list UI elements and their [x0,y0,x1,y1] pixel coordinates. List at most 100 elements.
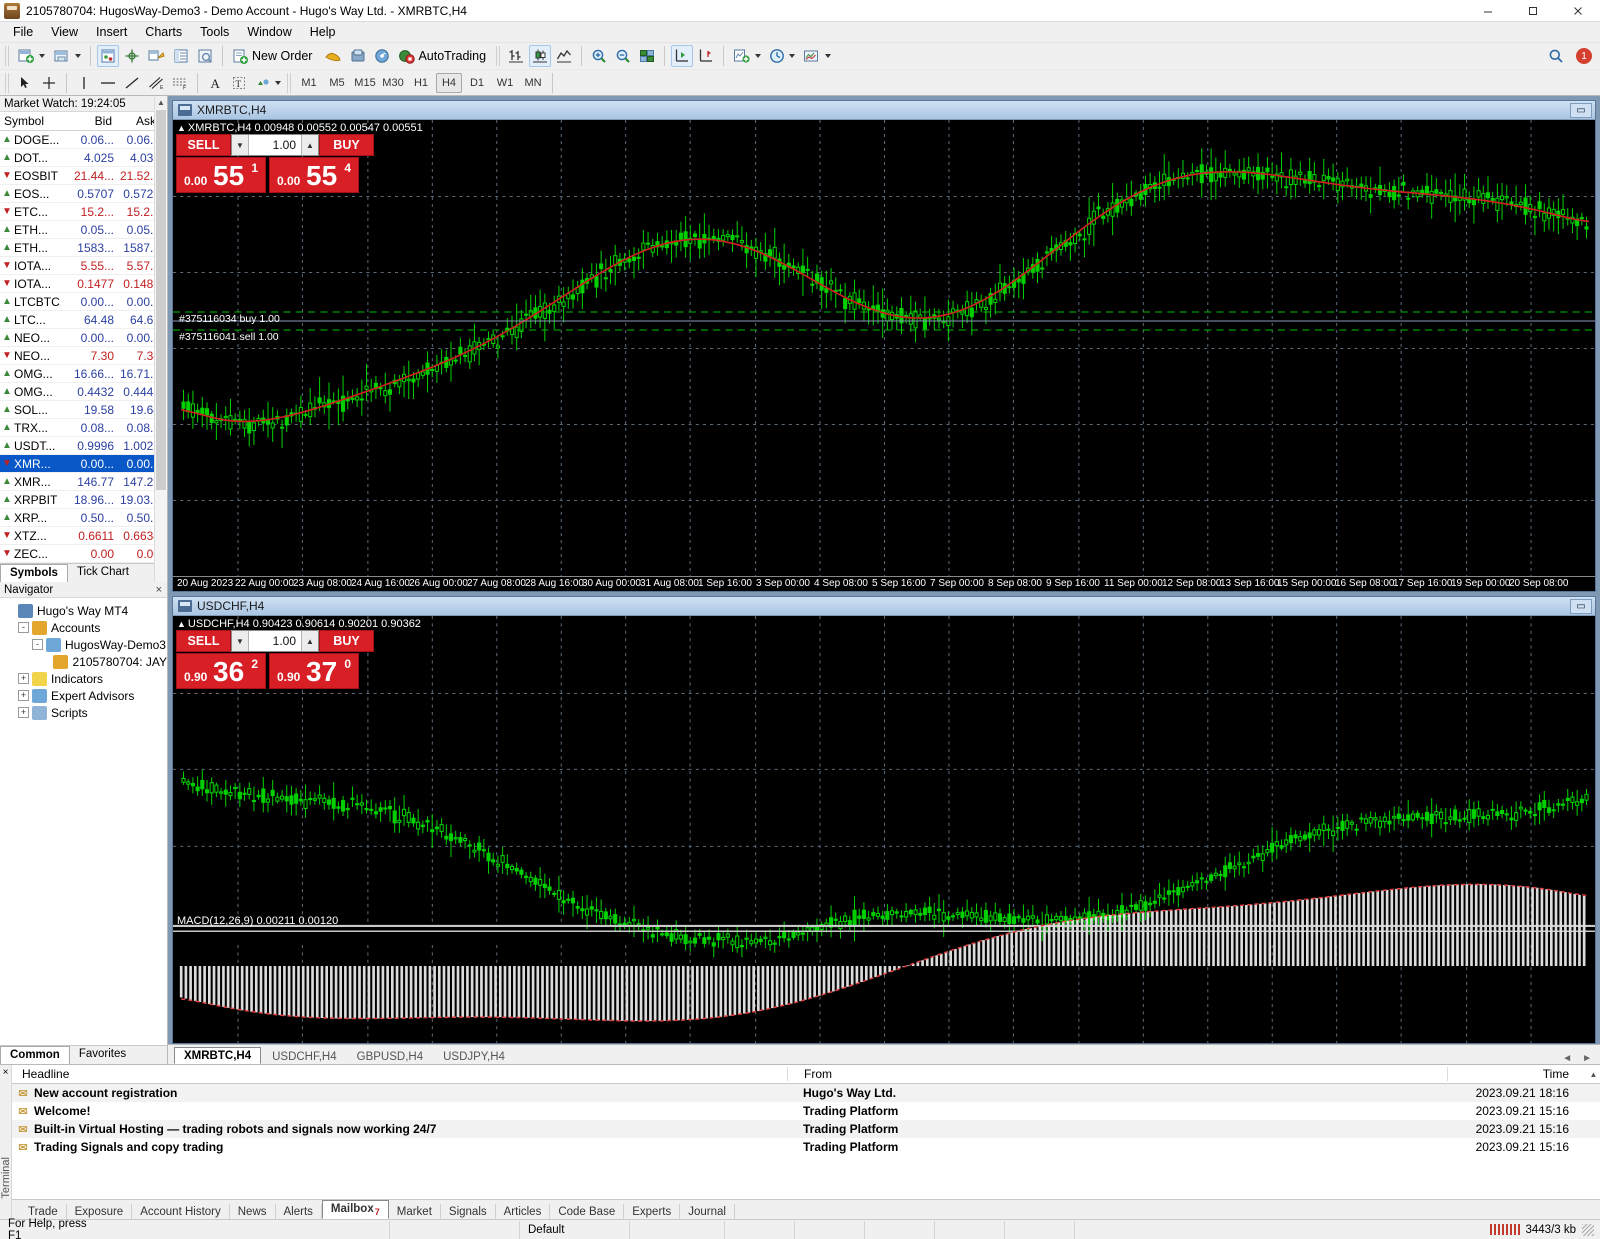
scrollbar-thumb[interactable] [156,110,166,490]
sell-price-xmrbtc[interactable]: 0.00 55 1 [176,157,266,193]
sell-button-usdchf[interactable]: SELL [176,630,231,652]
chevron-down-icon[interactable] [789,54,796,58]
market-watch-row[interactable]: ▲ ETH... 1583... 1587... [0,239,167,257]
market-watch-row[interactable]: ▼ ZEC... 0.00 0.00 [0,545,167,563]
crosshair-icon[interactable] [38,72,60,94]
column-time[interactable]: Time [1447,1067,1587,1081]
navigator-tree-item[interactable]: - HugosWay-Demo3 [4,636,167,653]
cursor-icon[interactable] [14,72,36,94]
chart-window-xmrbtc[interactable]: XMRBTC,H4 ▭ ▲ XMRBTC,H4 0.00948 0.00552 0… [172,100,1596,592]
market-watch-row[interactable]: ▲ SOL... 19.58 19.64 [0,401,167,419]
chart-tab-gbpusd[interactable]: GBPUSD,H4 [348,1049,432,1064]
autotrading-button[interactable]: AutoTrading [395,45,493,67]
navigator-tree-item[interactable]: - Accounts [4,619,167,636]
market-watch-row[interactable]: ▼ XMR... 0.00... 0.00... [0,455,167,473]
profiles-icon[interactable] [50,45,84,67]
zoom-in-icon[interactable] [588,45,610,67]
chevron-down-icon[interactable] [275,80,281,85]
order-label-sell[interactable]: #375116041 sell 1.00 [179,331,279,343]
market-watch-row[interactable]: ▲ TRX... 0.08... 0.08... [0,419,167,437]
column-headline[interactable]: Headline [12,1067,787,1081]
order-label-buy[interactable]: #375116034 buy 1.00 [179,313,280,325]
buy-price-usdchf[interactable]: 0.90 37 0 [269,653,359,689]
buy-price-xmrbtc[interactable]: 0.00 55 4 [269,157,359,193]
strategy-tester-icon[interactable] [194,45,216,67]
vertical-line-icon[interactable] [73,72,95,94]
menu-item-tools[interactable]: Tools [191,23,238,41]
market-watch-row[interactable]: ▲ ETH... 0.05... 0.05... [0,221,167,239]
tab-symbols[interactable]: Symbols [0,564,68,582]
signals-icon[interactable] [371,45,393,67]
mailbox-row[interactable]: ✉ Trading Signals and copy trading Trading… [12,1138,1600,1156]
expand-icon[interactable]: + [18,707,29,718]
timeframe-w1[interactable]: W1 [492,73,518,93]
horizontal-line-icon[interactable] [97,72,119,94]
column-bid[interactable]: Bid [72,114,116,128]
market-watch-row[interactable]: ▲ DOGE... 0.06... 0.06... [0,131,167,149]
restore-icon[interactable]: ▭ [1570,598,1592,614]
expand-icon[interactable]: + [18,690,29,701]
timeframe-m30[interactable]: M30 [380,73,406,93]
market-watch-row[interactable]: ▼ EOSBIT 21.44... 21.52... [0,167,167,185]
market-watch-row[interactable]: ▲ OMG... 0.4432 0.4448 [0,383,167,401]
restore-icon[interactable]: ▭ [1570,102,1592,118]
market-watch-row[interactable]: ▼ ETC... 15.2... 15.2... [0,203,167,221]
market-watch-row[interactable]: ▲ EOS... 0.5707 0.5725 [0,185,167,203]
terminal-tab-journal[interactable]: Journal [680,1204,735,1219]
market-watch-icon[interactable] [97,45,119,67]
line-chart-icon[interactable] [553,45,575,67]
collapse-icon[interactable]: - [32,639,43,650]
market-watch-row[interactable]: ▼ IOTA... 5.55... 5.57... [0,257,167,275]
chart-tab-usdchf[interactable]: USDCHF,H4 [263,1049,346,1064]
tab-tick-chart[interactable]: Tick Chart [68,564,138,582]
volume-stepper-usdchf[interactable]: ▼ 1.00 ▲ [231,630,319,652]
navigator-tree-item[interactable]: + Scripts [4,704,167,721]
metaeditor-icon[interactable] [347,45,369,67]
menu-item-window[interactable]: Window [238,23,300,41]
zoom-out-icon[interactable] [612,45,634,67]
menu-item-view[interactable]: View [42,23,87,41]
periods-icon[interactable] [766,45,798,67]
decrement-icon[interactable]: ▼ [232,631,249,651]
close-icon[interactable]: × [3,1067,9,1078]
scroll-left-icon[interactable]: ◄ [1562,1053,1572,1064]
column-symbol[interactable]: Symbol [0,114,72,128]
terminal-tab-market[interactable]: Market [389,1204,441,1219]
terminal-tab-alerts[interactable]: Alerts [276,1204,322,1219]
terminal-panel-icon[interactable] [170,45,192,67]
market-watch-row[interactable]: ▲ DOT... 4.025 4.039 [0,149,167,167]
market-watch-row[interactable]: ▲ XRPBIT 18.96... 19.03... [0,491,167,509]
decrement-icon[interactable]: ▼ [232,135,249,155]
navigator-tree-item[interactable]: 2105780704: JAY [4,653,167,670]
market-watch-row[interactable]: ▼ XTZ... 0.6611 0.6634 [0,527,167,545]
text-icon[interactable]: A [204,72,226,94]
volume-stepper-xmrbtc[interactable]: ▼ 1.00 ▲ [231,134,319,156]
market-watch-scrollbar[interactable]: ▲ [154,96,167,582]
chart-canvas-usdchf[interactable]: ▲ USDCHF,H4 0.90423 0.90614 0.90201 0.903… [173,616,1595,1043]
timeframe-m5[interactable]: M5 [324,73,350,93]
terminal-tab-account-history[interactable]: Account History [132,1204,230,1219]
menu-item-file[interactable]: File [4,23,42,41]
menu-item-help[interactable]: Help [301,23,345,41]
increment-icon[interactable]: ▲ [301,135,318,155]
volume-value-xmrbtc[interactable]: 1.00 [249,135,301,155]
collapse-icon[interactable]: - [18,622,29,633]
auto-scroll-icon[interactable] [671,45,694,67]
new-order-button[interactable]: New Order [229,45,319,67]
terminal-tab-news[interactable]: News [230,1204,276,1219]
fibonacci-icon[interactable]: F [169,72,191,94]
toolbar-grip[interactable] [5,72,9,93]
column-from[interactable]: From [787,1067,1447,1081]
market-watch-row[interactable]: ▲ XMR... 146.77 147.29 [0,473,167,491]
equidistant-channel-icon[interactable]: E [145,72,167,94]
timeframe-h4[interactable]: H4 [436,72,462,93]
candlestick-chart-icon[interactable] [529,45,552,67]
navigator-tree-item[interactable]: + Expert Advisors [4,687,167,704]
market-watch-row[interactable]: ▼ IOTA... 0.1477 0.1482 [0,275,167,293]
close-icon[interactable]: × [156,584,162,596]
trendline-icon[interactable] [121,72,143,94]
mql5-community-icon[interactable] [321,45,345,67]
navigator-icon[interactable] [145,45,168,67]
buy-button-xmrbtc[interactable]: BUY [319,134,374,156]
status-profile[interactable]: Default [520,1220,630,1239]
